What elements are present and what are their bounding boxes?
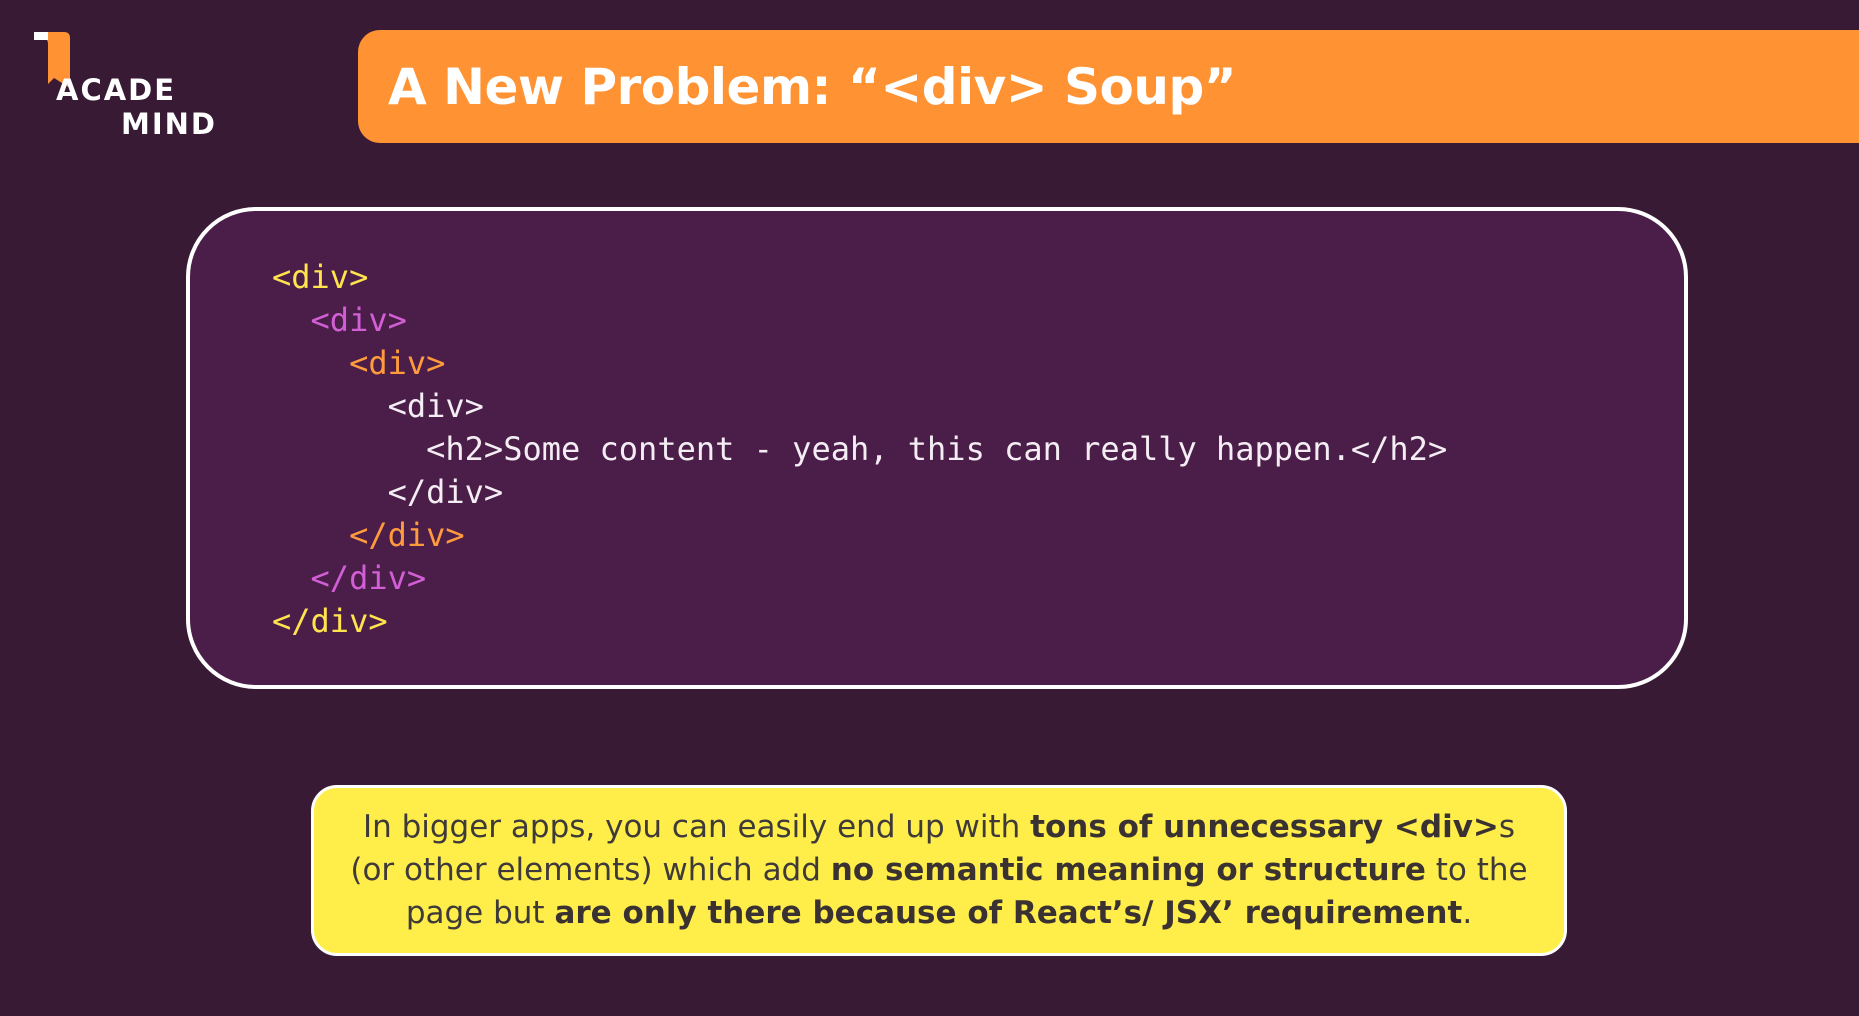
note-text-part-1: In bigger apps, you can easily end up wi… — [362, 809, 1031, 845]
code-line: <h2>Some content - yeah, this can really… — [426, 430, 1448, 468]
title-bar: A New Problem: “<div> Soup” — [358, 30, 1859, 143]
slide-title: A New Problem: “<div> Soup” — [388, 57, 1237, 116]
logo-text-line-1: ACADE — [56, 73, 177, 107]
code-line: <div> — [310, 301, 407, 339]
logo-text-line-2: MIND — [121, 107, 217, 141]
code-line: </div> — [387, 473, 504, 511]
note-text-part-4: . — [1462, 895, 1473, 931]
note-bold-3: are only there because of React’s/ JSX’ … — [554, 895, 1463, 931]
code-line: <div> — [387, 387, 484, 425]
code-line: <div> — [349, 344, 446, 382]
code-line: <div> — [272, 258, 369, 296]
note-box: In bigger apps, you can easily end up wi… — [311, 785, 1567, 956]
code-block: <div> <div> <div> <div> <h2>Some content - y… — [272, 256, 1447, 643]
note-bold-1: tons of unnecessary <div> — [1030, 809, 1499, 845]
academind-logo: ACADE MIND — [30, 28, 230, 148]
code-line: </div> — [272, 602, 388, 640]
code-line: </div> — [310, 559, 427, 597]
note-text: In bigger apps, you can easily end up wi… — [314, 806, 1564, 935]
code-line: </div> — [349, 516, 465, 554]
code-panel: <div> <div> <div> <div> <h2>Some content - y… — [186, 207, 1688, 689]
note-bold-2: no semantic meaning or structure — [830, 852, 1426, 888]
